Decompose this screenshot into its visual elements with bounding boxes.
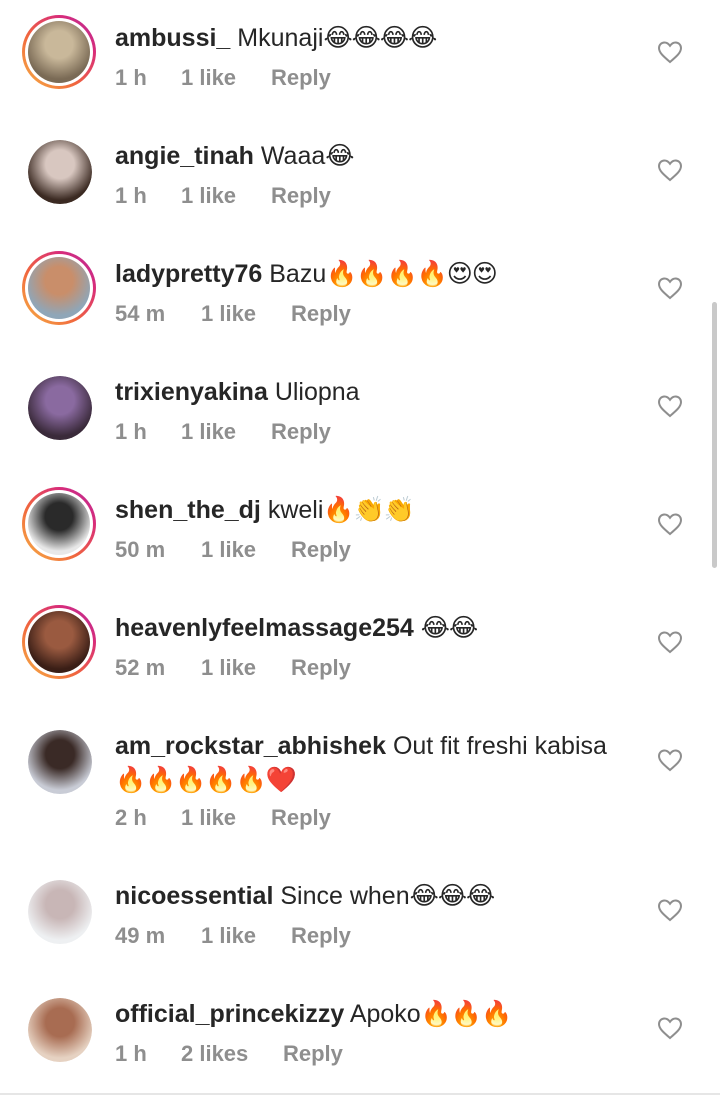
avatar[interactable] xyxy=(28,998,92,1062)
comment-username[interactable]: shen_the_dj xyxy=(115,496,261,524)
comment-username[interactable]: am_rockstar_abhishek xyxy=(115,732,386,760)
comment-time: 1 h xyxy=(115,65,147,90)
comment-time: 52 m xyxy=(115,655,166,680)
comment-likes[interactable]: 1 like xyxy=(201,921,256,951)
comment-time: 54 m xyxy=(115,301,166,326)
comment-item: ambussi_ Mkunaji😂😂😂😂 1 h 1 like Reply xyxy=(0,0,720,118)
avatar[interactable] xyxy=(28,140,92,204)
comment-body: Since when xyxy=(280,882,410,910)
comment-text: ladypretty76 Bazu🔥🔥🔥🔥😍😍 xyxy=(115,257,655,291)
heart-outline-icon[interactable] xyxy=(657,394,683,418)
avatar-photo xyxy=(28,140,92,204)
avatar[interactable] xyxy=(22,605,96,679)
comment-time: 1 h xyxy=(115,183,147,208)
heart-outline-icon[interactable] xyxy=(657,40,683,64)
comment-likes[interactable]: 1 like xyxy=(181,63,236,93)
scrollbar[interactable] xyxy=(712,302,717,568)
avatar-photo xyxy=(28,611,90,673)
comment-text: am_rockstar_abhishek Out fit freshi kabi… xyxy=(115,729,645,797)
comment-item: angie_tinah Waaa😂 1 h 1 like Reply xyxy=(0,118,720,236)
reply-button[interactable]: Reply xyxy=(283,1039,343,1069)
comment-item: heavenlyfeelmassage254 😂😂 52 m 1 like Re… xyxy=(0,590,720,708)
comment-username[interactable]: nicoessential xyxy=(115,882,273,910)
heart-outline-icon[interactable] xyxy=(657,630,683,654)
comment-text: trixienyakina Uliopna xyxy=(115,375,655,409)
avatar-photo xyxy=(28,376,92,440)
reply-button[interactable]: Reply xyxy=(291,653,351,683)
comment-text: official_princekizzy Apoko🔥🔥🔥 xyxy=(115,997,655,1031)
avatar-photo xyxy=(28,730,92,794)
comment-body: kweli xyxy=(267,496,324,524)
comment-username[interactable]: heavenlyfeelmassage254 xyxy=(115,614,414,642)
avatar[interactable] xyxy=(22,251,96,325)
reply-button[interactable]: Reply xyxy=(291,535,351,565)
comment-item: trixienyakina Uliopna 1 h 1 like Reply xyxy=(0,354,720,472)
comment-item: official_princekizzy Apoko🔥🔥🔥 1 h 2 like… xyxy=(0,976,720,1094)
reply-button[interactable]: Reply xyxy=(291,299,351,329)
comment-emoji: 🔥🔥🔥 xyxy=(420,999,512,1028)
reply-button[interactable]: Reply xyxy=(271,803,331,833)
avatar-photo xyxy=(28,998,92,1062)
heart-outline-icon[interactable] xyxy=(657,158,683,182)
comment-emoji: 🔥🔥🔥🔥😍😍 xyxy=(326,259,498,288)
comment-likes[interactable]: 1 like xyxy=(201,299,256,329)
avatar[interactable] xyxy=(28,880,92,944)
comment-likes[interactable]: 1 like xyxy=(181,417,236,447)
comment-body: Bazu xyxy=(269,260,327,288)
heart-outline-icon[interactable] xyxy=(657,276,683,300)
comment-time: 1 h xyxy=(115,1041,147,1066)
reply-button[interactable]: Reply xyxy=(271,417,331,447)
comment-body: Uliopna xyxy=(274,378,360,406)
comment-body: Mkunaji xyxy=(237,24,324,52)
comment-username[interactable]: ladypretty76 xyxy=(115,260,262,288)
comment-likes[interactable]: 1 like xyxy=(201,653,256,683)
comment-item: nicoessential Since when😂😂😂 49 m 1 like … xyxy=(0,858,720,976)
comment-body: Out fit freshi kabisa xyxy=(392,732,607,760)
avatar[interactable] xyxy=(22,487,96,561)
avatar[interactable] xyxy=(28,730,92,794)
avatar[interactable] xyxy=(22,15,96,89)
avatar-photo xyxy=(28,493,90,555)
avatar-photo xyxy=(28,880,92,944)
heart-outline-icon[interactable] xyxy=(657,512,683,536)
comment-item: am_rockstar_abhishek Out fit freshi kabi… xyxy=(0,708,720,858)
comment-likes[interactable]: 1 like xyxy=(201,535,256,565)
comment-time: 49 m xyxy=(115,923,166,948)
comment-username[interactable]: trixienyakina xyxy=(115,378,268,406)
comment-username[interactable]: official_princekizzy xyxy=(115,1000,344,1028)
comment-emoji: 😂😂 xyxy=(420,613,478,642)
comment-likes[interactable]: 1 like xyxy=(181,181,236,211)
comment-text: shen_the_dj kweli🔥👏👏 xyxy=(115,493,655,527)
comment-item: ladypretty76 Bazu🔥🔥🔥🔥😍😍 54 m 1 like Repl… xyxy=(0,236,720,354)
comment-time: 50 m xyxy=(115,537,166,562)
comment-emoji: 😂😂😂 xyxy=(409,881,496,910)
comment-body: Waaa xyxy=(260,142,326,170)
avatar[interactable] xyxy=(28,376,92,440)
reply-button[interactable]: Reply xyxy=(271,63,331,93)
comment-username[interactable]: ambussi_ xyxy=(115,24,230,52)
avatar-photo xyxy=(28,21,90,83)
comment-likes[interactable]: 2 likes xyxy=(181,1039,248,1069)
heart-outline-icon[interactable] xyxy=(657,748,683,772)
comment-emoji: 🔥👏👏 xyxy=(323,495,414,524)
comment-text: angie_tinah Waaa😂 xyxy=(115,139,655,173)
reply-button[interactable]: Reply xyxy=(271,181,331,211)
comment-emoji: 🔥🔥🔥🔥🔥❤️ xyxy=(115,765,297,794)
comment-emoji: 😂😂😂😂 xyxy=(323,23,437,52)
comment-emoji: 😂 xyxy=(325,141,354,170)
comments-list: ambussi_ Mkunaji😂😂😂😂 1 h 1 like Reply an… xyxy=(0,0,720,1095)
comment-text: heavenlyfeelmassage254 😂😂 xyxy=(115,611,655,645)
heart-outline-icon[interactable] xyxy=(657,898,683,922)
comment-item: shen_the_dj kweli🔥👏👏 50 m 1 like Reply xyxy=(0,472,720,590)
comment-time: 2 h xyxy=(115,805,147,830)
comment-text: nicoessential Since when😂😂😂 xyxy=(115,879,655,913)
comment-body: Apoko xyxy=(349,1000,421,1028)
comment-username[interactable]: angie_tinah xyxy=(115,142,254,170)
comment-likes[interactable]: 1 like xyxy=(181,803,236,833)
avatar-photo xyxy=(28,257,90,319)
heart-outline-icon[interactable] xyxy=(657,1016,683,1040)
reply-button[interactable]: Reply xyxy=(291,921,351,951)
comment-text: ambussi_ Mkunaji😂😂😂😂 xyxy=(115,21,655,55)
comment-time: 1 h xyxy=(115,419,147,444)
